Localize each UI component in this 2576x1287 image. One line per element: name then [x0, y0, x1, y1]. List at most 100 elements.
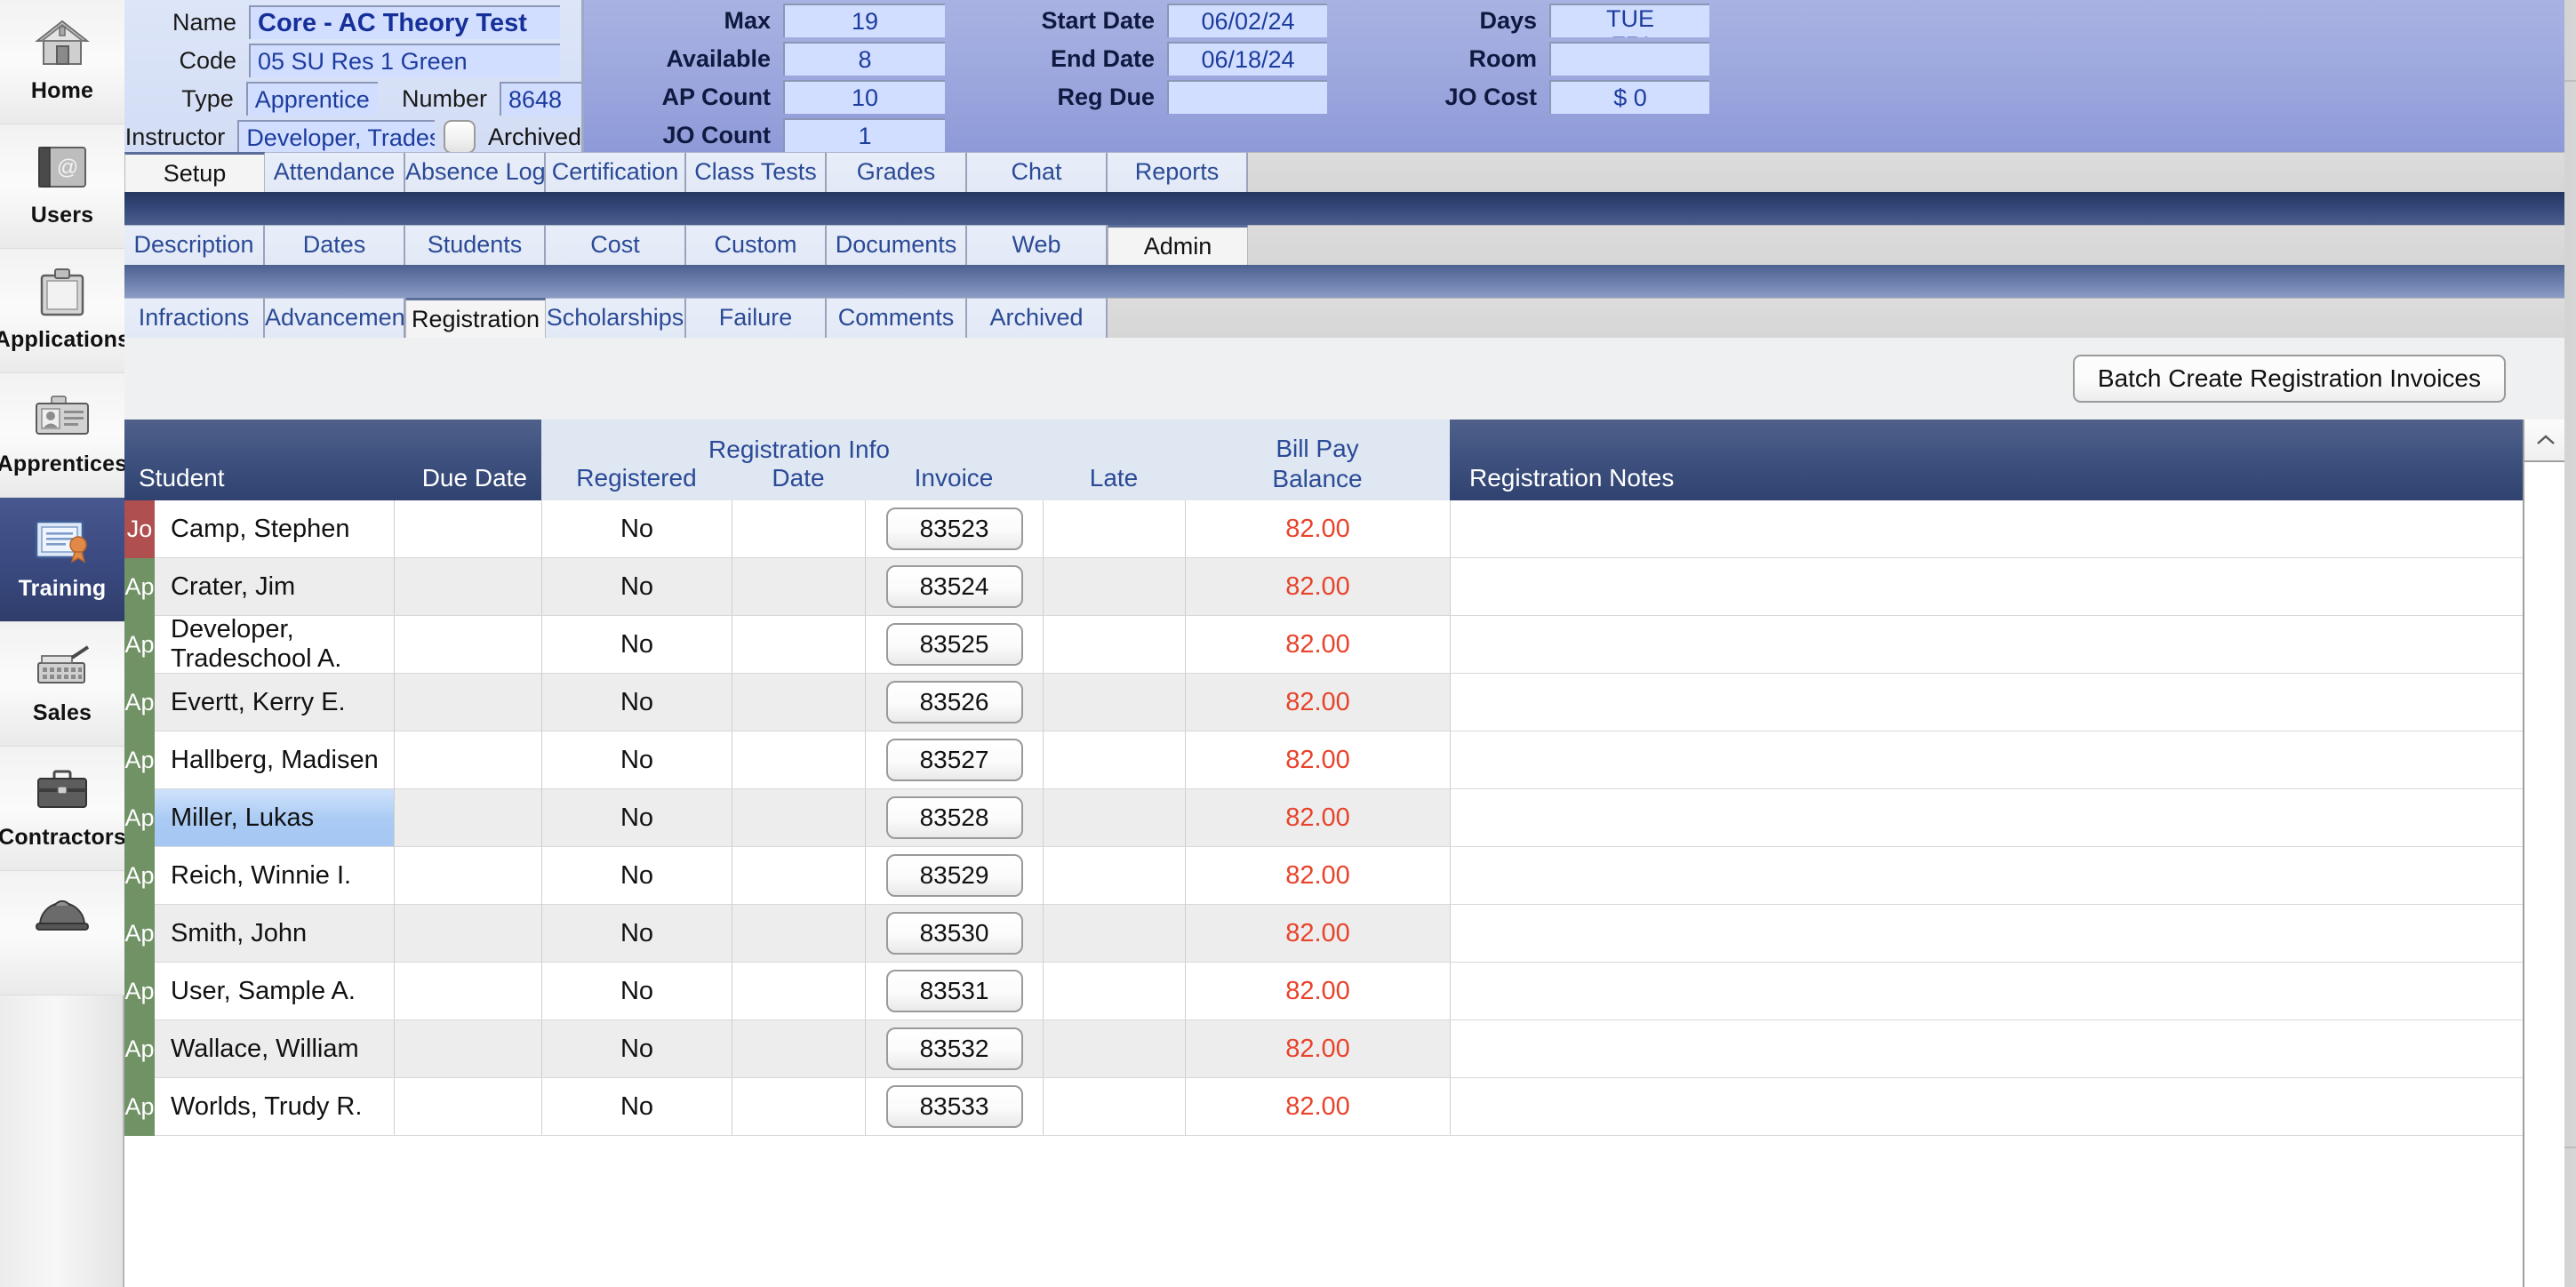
cell-late[interactable] [1043, 616, 1185, 673]
cell-date[interactable] [732, 1078, 865, 1135]
tab-grades[interactable]: Grades [827, 152, 967, 192]
tab-documents[interactable]: Documents [827, 225, 967, 265]
table-row[interactable]: Ap Developer, Tradeschool A. No 83525 82.00 [124, 615, 2564, 674]
invoice-button[interactable]: 83530 [885, 912, 1023, 955]
available-input[interactable]: 8 [783, 42, 945, 76]
cell-due-date[interactable] [394, 616, 541, 673]
cell-due-date[interactable] [394, 905, 541, 962]
name-input[interactable]: Core - AC Theory Test [249, 5, 560, 39]
cell-due-date[interactable] [394, 500, 541, 557]
cell-date[interactable] [732, 731, 865, 788]
cell-late[interactable] [1043, 558, 1185, 615]
cell-student-name[interactable]: User, Sample A. [155, 963, 394, 1019]
cell-registration-notes[interactable] [1450, 616, 2564, 673]
invoice-button[interactable]: 83528 [885, 796, 1023, 839]
invoice-button[interactable]: 83532 [885, 1027, 1023, 1070]
invoice-button[interactable]: 83524 [885, 565, 1023, 608]
tab-description[interactable]: Description [124, 225, 265, 265]
days-input[interactable]: TUE FRI [1549, 4, 1709, 37]
max-input[interactable]: 19 [783, 4, 945, 37]
invoice-button[interactable]: 83525 [885, 623, 1023, 666]
cell-registration-notes[interactable] [1450, 905, 2564, 962]
cell-student-name[interactable]: Smith, John [155, 905, 394, 962]
invoice-button[interactable]: 83533 [885, 1085, 1023, 1128]
cell-late[interactable] [1043, 674, 1185, 731]
cell-registered[interactable]: No [541, 500, 732, 557]
cell-due-date[interactable] [394, 731, 541, 788]
number-input[interactable]: 8648 [499, 82, 582, 116]
cell-registration-notes[interactable] [1450, 789, 2564, 846]
sidebar-item-home[interactable]: Home [0, 0, 124, 124]
code-input[interactable]: 05 SU Res 1 Green [249, 44, 560, 77]
cell-registration-notes[interactable] [1450, 558, 2564, 615]
cell-student-name[interactable]: Wallace, William [155, 1020, 394, 1077]
table-row[interactable]: Ap Wallace, William No 83532 82.00 [124, 1020, 2564, 1078]
batch-create-registration-invoices-button[interactable]: Batch Create Registration Invoices [2072, 355, 2506, 403]
sidebar-item-applications[interactable]: Applications [0, 249, 130, 373]
table-row[interactable]: Ap User, Sample A. No 83531 82.00 [124, 963, 2564, 1020]
type-input[interactable]: Apprentice [245, 82, 379, 116]
table-row[interactable]: Ap Smith, John No 83530 82.00 [124, 905, 2564, 963]
cell-registration-notes[interactable] [1450, 963, 2564, 1019]
table-row[interactable]: Jo Camp, Stephen No 83523 82.00 [124, 500, 2564, 558]
cell-due-date[interactable] [394, 789, 541, 846]
tab-failure[interactable]: Failure [686, 298, 827, 338]
jo-cost-input[interactable]: $ 0 [1549, 80, 1709, 114]
column-header-registered[interactable]: Registered [541, 464, 732, 492]
column-header-due-date[interactable]: Due Date [394, 420, 541, 500]
invoice-button[interactable]: 83529 [885, 854, 1023, 897]
cell-registered[interactable]: No [541, 1078, 732, 1135]
tab-cost[interactable]: Cost [546, 225, 686, 265]
tab-chat[interactable]: Chat [967, 152, 1108, 192]
tab-attendance[interactable]: Attendance [265, 152, 405, 192]
cell-due-date[interactable] [394, 558, 541, 615]
cell-registration-notes[interactable] [1450, 1078, 2564, 1135]
sidebar-item-users[interactable]: @ Users [0, 124, 124, 249]
cell-late[interactable] [1043, 789, 1185, 846]
reg-due-input[interactable] [1167, 80, 1327, 114]
cell-student-name[interactable]: Reich, Winnie I. [155, 847, 394, 904]
table-row[interactable]: Ap Worlds, Trudy R. No 83533 82.00 [124, 1078, 2564, 1136]
scroll-up-button[interactable] [2524, 420, 2564, 462]
cell-registration-notes[interactable] [1450, 731, 2564, 788]
cell-due-date[interactable] [394, 963, 541, 1019]
cell-registration-notes[interactable] [1450, 500, 2564, 557]
cell-date[interactable] [732, 674, 865, 731]
column-header-late[interactable]: Late [1043, 464, 1185, 492]
tab-students[interactable]: Students [405, 225, 546, 265]
tab-custom[interactable]: Custom [686, 225, 827, 265]
cell-registered[interactable]: No [541, 905, 732, 962]
column-header-invoice[interactable]: Invoice [865, 464, 1043, 492]
cell-date[interactable] [732, 500, 865, 557]
cell-due-date[interactable] [394, 847, 541, 904]
tab-archived[interactable]: Archived [967, 298, 1108, 338]
invoice-button[interactable]: 83527 [885, 739, 1023, 781]
table-row[interactable]: Ap Evertt, Kerry E. No 83526 82.00 [124, 674, 2564, 731]
cell-registration-notes[interactable] [1450, 847, 2564, 904]
cell-late[interactable] [1043, 731, 1185, 788]
table-row[interactable]: Ap Miller, Lukas No 83528 82.00 [124, 789, 2564, 847]
cell-date[interactable] [732, 558, 865, 615]
end-date-input[interactable]: 06/18/24 [1167, 42, 1327, 76]
archived-checkbox[interactable] [443, 120, 476, 154]
cell-late[interactable] [1043, 905, 1185, 962]
invoice-button[interactable]: 83523 [885, 508, 1023, 550]
start-date-input[interactable]: 06/02/24 [1167, 4, 1327, 37]
cell-student-name[interactable]: Crater, Jim [155, 558, 394, 615]
cell-due-date[interactable] [394, 1078, 541, 1135]
cell-date[interactable] [732, 616, 865, 673]
cell-registered[interactable]: No [541, 847, 732, 904]
cell-student-name[interactable]: Hallberg, Madisen [155, 731, 394, 788]
tab-absence-log[interactable]: Absence Log [405, 152, 546, 192]
table-row[interactable]: Ap Crater, Jim No 83524 82.00 [124, 558, 2564, 616]
cell-date[interactable] [732, 1020, 865, 1077]
tab-advancement[interactable]: Advancement [265, 298, 412, 338]
sidebar-item-training[interactable]: Training [0, 498, 124, 622]
cell-registered[interactable]: No [541, 674, 732, 731]
sidebar-item-contractors[interactable]: Contractors [0, 747, 126, 871]
sidebar-item-sales[interactable]: Sales [0, 622, 124, 747]
cell-due-date[interactable] [394, 674, 541, 731]
cell-late[interactable] [1043, 847, 1185, 904]
cell-registered[interactable]: No [541, 1020, 732, 1077]
cell-date[interactable] [732, 963, 865, 1019]
